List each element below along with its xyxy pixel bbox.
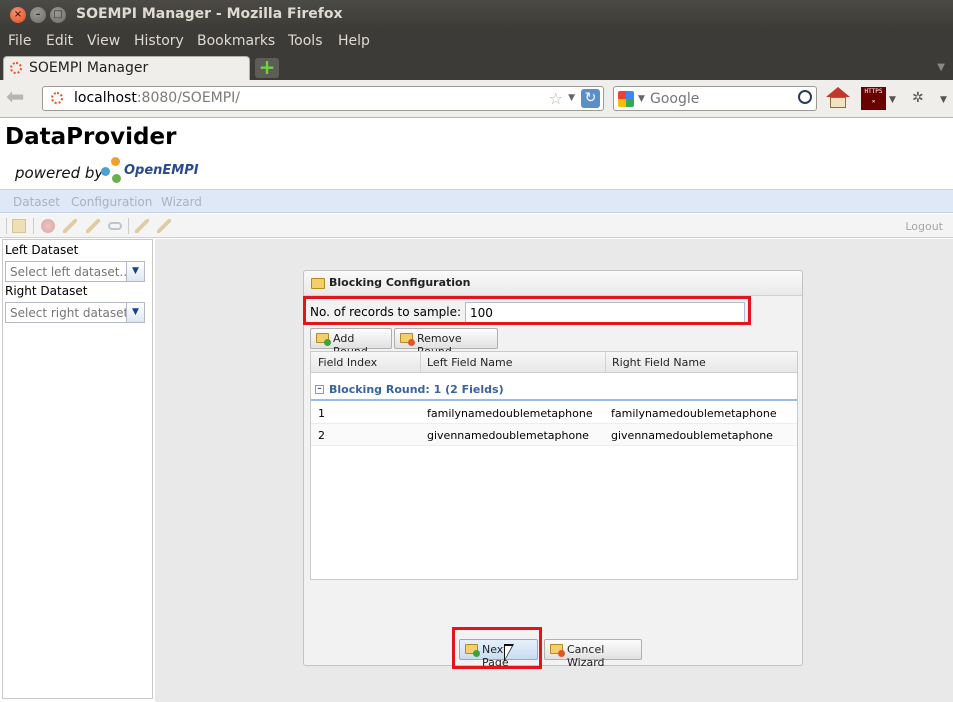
add-round-button[interactable]: Add Round	[310, 328, 392, 358]
cancel-badge-icon	[558, 650, 565, 657]
group-label: Blocking Round: 1 (2 Fields)	[329, 383, 504, 396]
https-chevron-down-icon[interactable]: ▼	[889, 95, 896, 105]
collapse-icon[interactable]: –	[315, 385, 324, 394]
left-dataset-input[interactable]	[6, 262, 126, 281]
panel-title: Blocking Configuration	[329, 276, 471, 289]
cell-field-index: 1	[318, 407, 325, 420]
search-icon[interactable]	[798, 90, 812, 104]
cell-left-field-name: givennamedoublemetaphone	[427, 429, 589, 442]
menu-file[interactable]: File	[8, 33, 31, 49]
search-engine-chevron-down-icon[interactable]: ▼	[638, 94, 645, 104]
window-title: SOEMPI Manager - Mozilla Firefox	[76, 6, 343, 22]
folder-icon[interactable]	[12, 219, 26, 233]
url-path: :8080/SOEMPI/	[136, 90, 241, 106]
firebug-chevron-down-icon[interactable]: ▼	[940, 95, 947, 105]
window-title-bar: × – □ SOEMPI Manager - Mozilla Firefox	[0, 0, 953, 30]
app-toolbar: Logout	[0, 214, 953, 238]
window-maximize-icon[interactable]: □	[50, 7, 66, 23]
right-dataset-input[interactable]	[6, 303, 126, 322]
key-icon[interactable]	[157, 219, 171, 233]
cell-right-field-name: familynamedoublemetaphone	[611, 407, 777, 420]
url-history-chevron-down-icon[interactable]: ▼	[568, 93, 575, 103]
menu-history[interactable]: History	[134, 33, 184, 49]
remove-round-button[interactable]: Remove Round	[394, 328, 498, 358]
loading-favicon-icon	[10, 62, 22, 74]
key-icon[interactable]	[135, 219, 149, 233]
table-row[interactable]: 1 familynamedoublemetaphone familynamedo…	[311, 402, 797, 424]
menu-bookmarks[interactable]: Bookmarks	[197, 33, 275, 49]
openempi-logo-mark-icon	[98, 157, 122, 183]
app-menubar: Dataset Configuration Wizard	[0, 189, 953, 213]
menu-view[interactable]: View	[87, 33, 120, 49]
window-close-icon[interactable]: ×	[10, 7, 26, 23]
right-dataset-combo[interactable]: ▼	[5, 302, 145, 323]
navigation-bar: ⬅ localhost:8080/SOEMPI/ ☆ ▼ ↻ ▼	[0, 80, 953, 118]
left-dataset-label: Left Dataset	[5, 243, 79, 257]
browser-menubar: File Edit View History Bookmarks Tools H…	[0, 30, 953, 54]
back-arrow-icon[interactable]: ⬅	[6, 87, 24, 109]
chevron-down-icon[interactable]: ▼	[126, 303, 144, 322]
add-badge-icon	[324, 339, 331, 346]
highlight-sample-field	[303, 296, 751, 325]
blocking-round-group[interactable]: – Blocking Round: 1 (2 Fields)	[311, 379, 797, 401]
wrench-icon[interactable]	[86, 219, 100, 233]
tab-soempi-manager[interactable]: SOEMPI Manager	[3, 56, 250, 80]
site-favicon-icon	[51, 92, 63, 104]
window-minimize-icon[interactable]: –	[30, 7, 46, 23]
app-menu-wizard[interactable]: Wizard	[161, 195, 202, 209]
column-header-field-index[interactable]: Field Index	[318, 356, 377, 369]
search-input[interactable]	[650, 89, 790, 108]
home-icon[interactable]	[826, 87, 850, 109]
reload-icon[interactable]: ↻	[581, 89, 600, 108]
wrench-icon[interactable]	[63, 219, 77, 233]
menu-edit[interactable]: Edit	[46, 33, 73, 49]
remove-badge-icon	[408, 339, 415, 346]
menu-tools[interactable]: Tools	[288, 33, 323, 49]
chevron-down-icon[interactable]: ▼	[126, 262, 144, 281]
logout-link[interactable]: Logout	[905, 220, 943, 233]
grid-header: Field Index Left Field Name Right Field …	[311, 352, 797, 373]
right-dataset-label: Right Dataset	[5, 284, 88, 298]
panel-header: Blocking Configuration	[304, 271, 802, 296]
blocking-grid: Field Index Left Field Name Right Field …	[310, 351, 798, 580]
menu-help[interactable]: Help	[338, 33, 370, 49]
left-panel: Left Dataset ▼ Right Dataset ▼	[2, 239, 153, 699]
app-title: DataProvider	[5, 124, 177, 150]
https-everywhere-icon[interactable]: HTTPS ✕	[861, 87, 886, 110]
column-header-right-field-name[interactable]: Right Field Name	[612, 356, 706, 369]
cancel-wizard-button[interactable]: Cancel Wizard	[544, 639, 642, 669]
cell-left-field-name: familynamedoublemetaphone	[427, 407, 593, 420]
column-header-left-field-name[interactable]: Left Field Name	[427, 356, 513, 369]
powered-by-text: powered by	[15, 164, 104, 182]
mouse-cursor-icon	[504, 644, 514, 662]
highlight-next-page	[452, 627, 542, 669]
search-bar[interactable]: ▼	[613, 86, 817, 111]
new-tab-plus-icon[interactable]: +	[255, 57, 279, 78]
tab-label: SOEMPI Manager	[29, 60, 149, 76]
tab-strip: SOEMPI Manager + ▼	[0, 54, 953, 80]
url-text[interactable]: localhost:8080/SOEMPI/	[74, 90, 240, 106]
app-menu-dataset[interactable]: Dataset	[13, 195, 60, 209]
link-icon[interactable]	[108, 222, 122, 230]
openempi-logo: OpenEMPI	[98, 155, 199, 187]
logo-text: OpenEMPI	[124, 163, 199, 178]
cell-right-field-name: givennamedoublemetaphone	[611, 429, 773, 442]
app-menu-configuration[interactable]: Configuration	[71, 195, 152, 209]
globe-icon[interactable]	[41, 219, 55, 233]
cell-field-index: 2	[318, 429, 325, 442]
bookmark-star-icon[interactable]: ☆	[549, 89, 563, 108]
url-bar[interactable]: localhost:8080/SOEMPI/ ☆ ▼ ↻	[42, 86, 604, 111]
google-engine-icon[interactable]	[618, 91, 634, 107]
folder-icon	[311, 278, 325, 289]
firebug-icon[interactable]: ✲	[912, 90, 924, 106]
tab-list-chevron-down-icon[interactable]: ▼	[937, 62, 945, 73]
table-row[interactable]: 2 givennamedoublemetaphone givennamedoub…	[311, 424, 797, 446]
url-host: localhost	[74, 90, 137, 106]
left-dataset-combo[interactable]: ▼	[5, 261, 145, 282]
blocking-configuration-panel: Blocking Configuration No. of records to…	[303, 270, 803, 669]
